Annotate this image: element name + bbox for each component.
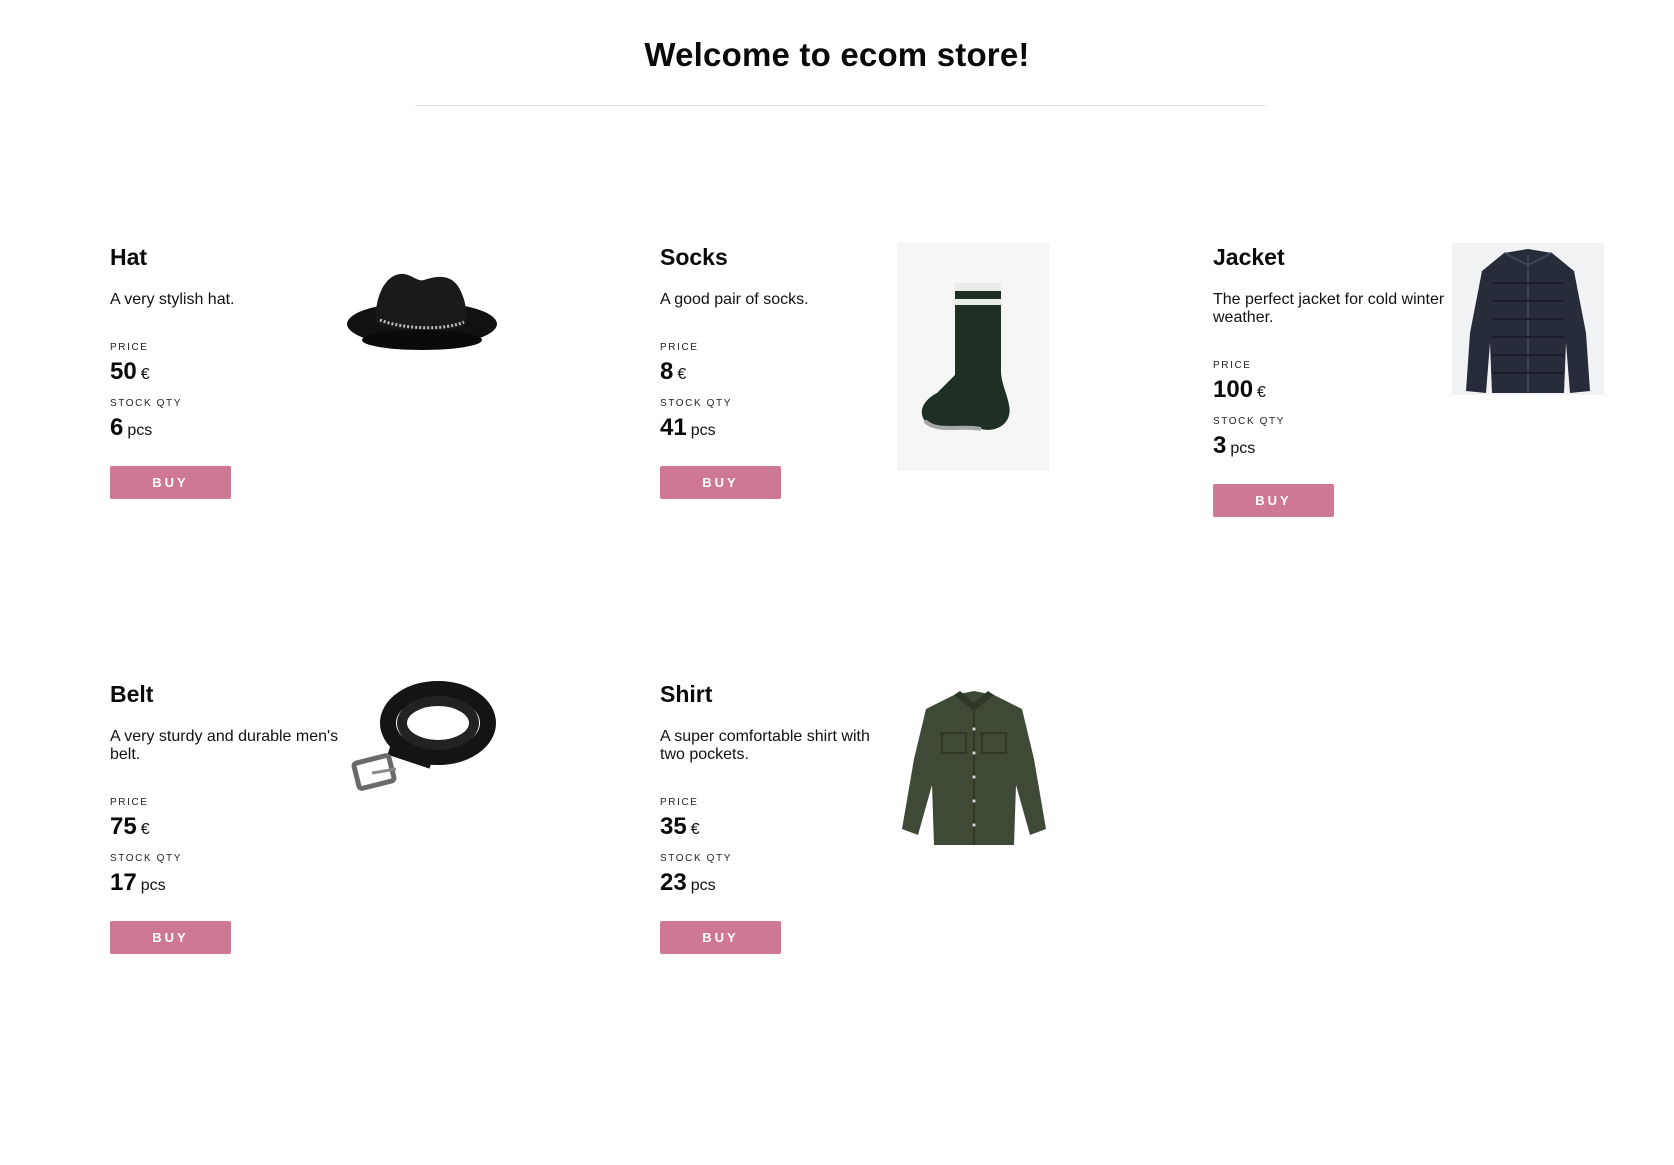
currency-symbol: € [1257,384,1266,401]
price-value: 35 € [660,813,880,845]
store-page: Welcome to ecom store! Hat A very stylis… [0,0,1674,1165]
buy-button-socks[interactable]: BUY [660,466,781,499]
stock-unit: pcs [690,422,716,439]
product-description: The perfect jacket for cold winter weath… [1213,291,1445,326]
price-amount: 35 [660,813,687,840]
stock-amount: 41 [660,414,687,441]
price-amount: 75 [110,813,137,840]
stock-label: STOCK QTY [110,398,183,409]
product-description: A very sturdy and durable men's belt. [110,728,339,763]
socks-image [897,243,1049,471]
belt-image [350,677,502,829]
product-card-jacket: Jacket The perfect jacket for cold winte… [1213,243,1633,544]
header-divider [415,105,1267,106]
product-name: Hat [110,244,148,270]
stock-value: 41 pcs [660,414,880,446]
stock-unit: pcs [140,877,166,894]
price-amount: 8 [660,358,674,385]
currency-symbol: € [140,366,150,383]
price-label: PRICE [660,342,699,353]
price-value: 8 € [660,358,880,390]
currency-symbol: € [690,821,700,838]
buy-button-hat[interactable]: BUY [110,466,231,499]
product-name: Shirt [660,681,713,707]
shirt-image [898,689,1050,849]
price-value: 50 € [110,358,330,390]
stock-unit: pcs [1230,440,1256,457]
product-description: A very stylish hat. [110,291,235,308]
price-amount: 50 [110,358,137,385]
price-amount: 100 [1213,376,1254,403]
price-value: 75 € [110,813,330,845]
product-description: A super comfortable shirt with two pocke… [660,728,870,763]
jacket-image [1452,243,1604,395]
product-description: A good pair of socks. [660,291,809,308]
stock-unit: pcs [690,877,716,894]
product-card-socks: Socks A good pair of socks. PRICE 8 € STO… [660,243,1080,544]
product-stats: PRICE 35 € STOCK QTY 23 pcs BUY [660,797,880,954]
stock-label: STOCK QTY [660,853,733,864]
product-name: Belt [110,681,154,707]
stock-value: 6 pcs [110,414,330,446]
product-card-shirt: Shirt A super comfortable shirt with two… [660,681,1080,981]
product-stats: PRICE 50 € STOCK QTY 6 pcs BUY [110,342,330,499]
product-card-belt: Belt A very sturdy and durable men's bel… [110,681,530,981]
product-name: Socks [660,244,728,270]
stock-amount: 17 [110,869,137,896]
stock-amount: 3 [1213,432,1227,459]
buy-button-shirt[interactable]: BUY [660,921,781,954]
price-label: PRICE [110,797,149,808]
price-label: PRICE [660,797,699,808]
price-label: PRICE [1213,360,1252,371]
stock-value: 17 pcs [110,869,330,901]
stock-label: STOCK QTY [110,853,183,864]
product-stats: PRICE 8 € STOCK QTY 41 pcs BUY [660,342,880,499]
stock-value: 3 pcs [1213,432,1433,464]
stock-amount: 23 [660,869,687,896]
currency-symbol: € [677,366,687,383]
buy-button-jacket[interactable]: BUY [1213,484,1334,517]
stock-label: STOCK QTY [660,398,733,409]
page-title: Welcome to ecom store! [644,36,1030,73]
stock-unit: pcs [127,422,153,439]
stock-label: STOCK QTY [1213,416,1286,427]
hat-image [346,242,498,394]
currency-symbol: € [140,821,150,838]
product-stats: PRICE 75 € STOCK QTY 17 pcs BUY [110,797,330,954]
price-value: 100 € [1213,376,1433,408]
product-card-hat: Hat A very stylish hat. PRICE 50 € STOCK … [110,244,530,544]
stock-value: 23 pcs [660,869,880,901]
product-stats: PRICE 100 € STOCK QTY 3 pcs BUY [1213,360,1433,517]
buy-button-belt[interactable]: BUY [110,921,231,954]
product-name: Jacket [1213,244,1285,270]
price-label: PRICE [110,342,149,353]
stock-amount: 6 [110,414,124,441]
